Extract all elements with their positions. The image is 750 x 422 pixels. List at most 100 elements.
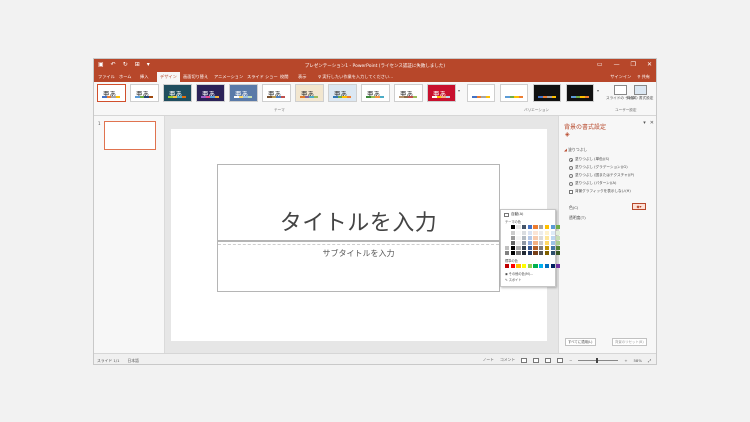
notes-button[interactable]: ノート [483,357,494,363]
theme-color-variant-swatch[interactable] [533,231,538,235]
theme-color-variant-swatch[interactable] [556,231,561,235]
tab-review[interactable]: 校閲 [280,74,288,80]
variant-gallery-more-icon[interactable]: ▾ [597,88,599,93]
theme-color-variant-swatch[interactable] [516,231,521,235]
zoom-in-icon[interactable]: + [624,358,627,363]
theme-color-variant-swatch[interactable] [522,241,527,245]
theme-color-variant-swatch[interactable] [516,251,521,255]
theme-color-swatch[interactable] [522,225,527,229]
subtitle-placeholder[interactable]: サブタイトルを入力 [217,241,500,292]
pane-options-icon[interactable]: ▾ [643,120,646,126]
slideshow-view-icon[interactable] [557,357,564,363]
fill-color-dropdown[interactable]: ◆▾ [632,203,646,210]
option-picture-fill[interactable]: 塗りつぶし (図またはテクスチャ)(P) [569,173,634,178]
zoom-level[interactable]: 58% [634,358,642,363]
zoom-slider[interactable] [578,357,619,363]
restore-button[interactable]: ❐ [631,61,636,68]
theme-color-variant-swatch[interactable] [544,231,549,235]
zoom-out-icon[interactable]: − [569,358,572,363]
tell-me-search[interactable]: ♀ 実行したい作業を入力してください... [318,74,393,80]
theme-color-variant-swatch[interactable] [527,236,532,240]
checkbox-hide-graphics[interactable] [569,189,573,194]
tab-home[interactable]: ホーム [119,74,131,80]
theme-color-variant-swatch[interactable] [505,241,510,245]
theme-color-swatch[interactable] [510,225,515,229]
theme-color-variant-swatch[interactable] [539,246,544,250]
language-indicator[interactable]: 日本語 [128,358,139,364]
theme-color-variant-swatch[interactable] [522,246,527,250]
theme-color-variant-swatch[interactable] [544,241,549,245]
theme-color-variant-swatch[interactable] [505,246,510,250]
theme-color-variant-swatch[interactable] [510,241,515,245]
theme-color-variant-swatch[interactable] [516,246,521,250]
title-placeholder[interactable]: タイトルを入力 [217,164,500,241]
theme-color-variant-swatch[interactable] [550,251,555,255]
theme-7[interactable]: 亜あ [295,84,324,102]
fill-icon[interactable]: ◈ [565,131,570,138]
theme-color-variant-swatch[interactable] [527,231,532,235]
reset-background-button[interactable]: 背景のリセット(B) [612,338,647,346]
theme-color-variant-swatch[interactable] [550,246,555,250]
theme-11[interactable]: 亜あ [427,84,456,102]
option-pattern-fill[interactable]: 塗りつぶし (パターン)(A) [569,181,616,186]
signin-link[interactable]: サインイン [610,74,631,80]
theme-color-variant-swatch[interactable] [539,241,544,245]
tab-transitions[interactable]: 画面切り替え [183,74,208,80]
theme-6[interactable]: 亜あ [262,84,291,102]
standard-color-swatch[interactable] [533,264,538,268]
close-button[interactable]: ✕ [647,61,652,68]
radio-picture[interactable] [569,173,573,178]
theme-color-variant-swatch[interactable] [550,236,555,240]
standard-color-swatch[interactable] [544,264,549,268]
fill-section-header[interactable]: ◢ 塗りつぶし [564,147,587,153]
tab-animations[interactable]: アニメーション [214,74,243,80]
radio-gradient[interactable] [569,165,573,170]
minimize-button[interactable]: — [614,61,620,68]
theme-color-variant-swatch[interactable] [527,251,532,255]
theme-color-swatch[interactable] [505,225,510,229]
zoom-slider-thumb[interactable] [596,357,599,363]
theme-color-variant-swatch[interactable] [505,231,510,235]
theme-4[interactable]: 亜あ [196,84,225,102]
theme-3[interactable]: 亜あ [163,84,192,102]
tab-design[interactable]: デザイン [157,72,180,82]
standard-color-swatch[interactable] [550,264,555,268]
reading-view-icon[interactable] [545,357,552,363]
theme-color-variant-swatch[interactable] [516,241,521,245]
ribbon-display-options-icon[interactable]: ▭ [597,61,603,68]
theme-color-variant-swatch[interactable] [544,236,549,240]
format-background-button[interactable]: 背景の 書式設定 [627,85,653,100]
theme-color-variant-swatch[interactable] [522,251,527,255]
theme-color-variant-swatch[interactable] [556,246,561,250]
standard-color-swatch[interactable] [539,264,544,268]
option-solid-fill[interactable]: 塗りつぶし (単色)(S) [569,157,609,162]
variant-4[interactable] [566,84,594,102]
theme-office[interactable]: 亜あ [97,84,126,102]
theme-color-swatch[interactable] [556,225,561,229]
standard-color-swatch[interactable] [505,264,510,268]
theme-color-variant-swatch[interactable] [522,231,527,235]
variant-2[interactable] [500,84,528,102]
theme-color-variant-swatch[interactable] [505,251,510,255]
theme-color-variant-swatch[interactable] [539,251,544,255]
theme-color-variant-swatch[interactable] [510,231,515,235]
theme-color-variant-swatch[interactable] [533,251,538,255]
variant-1[interactable] [467,84,495,102]
tab-insert[interactable]: 挿入 [140,74,148,80]
theme-color-variant-swatch[interactable] [550,231,555,235]
theme-color-variant-swatch[interactable] [544,251,549,255]
comments-button[interactable]: コメント [500,357,515,363]
theme-color-variant-swatch[interactable] [539,236,544,240]
theme-color-swatch[interactable] [544,225,549,229]
theme-color-variant-swatch[interactable] [505,236,510,240]
pane-close-icon[interactable]: ✕ [650,120,654,126]
slide-thumbnail[interactable] [104,121,156,150]
tab-file[interactable]: ファイル [98,74,115,80]
eyedropper-option[interactable]: ✎ スポイト [505,277,521,282]
variant-3[interactable] [533,84,561,102]
theme-color-variant-swatch[interactable] [510,251,515,255]
theme-color-swatch[interactable] [516,225,521,229]
theme-color-variant-swatch[interactable] [556,251,561,255]
theme-color-swatch[interactable] [550,225,555,229]
tab-view[interactable]: 表示 [298,74,306,80]
